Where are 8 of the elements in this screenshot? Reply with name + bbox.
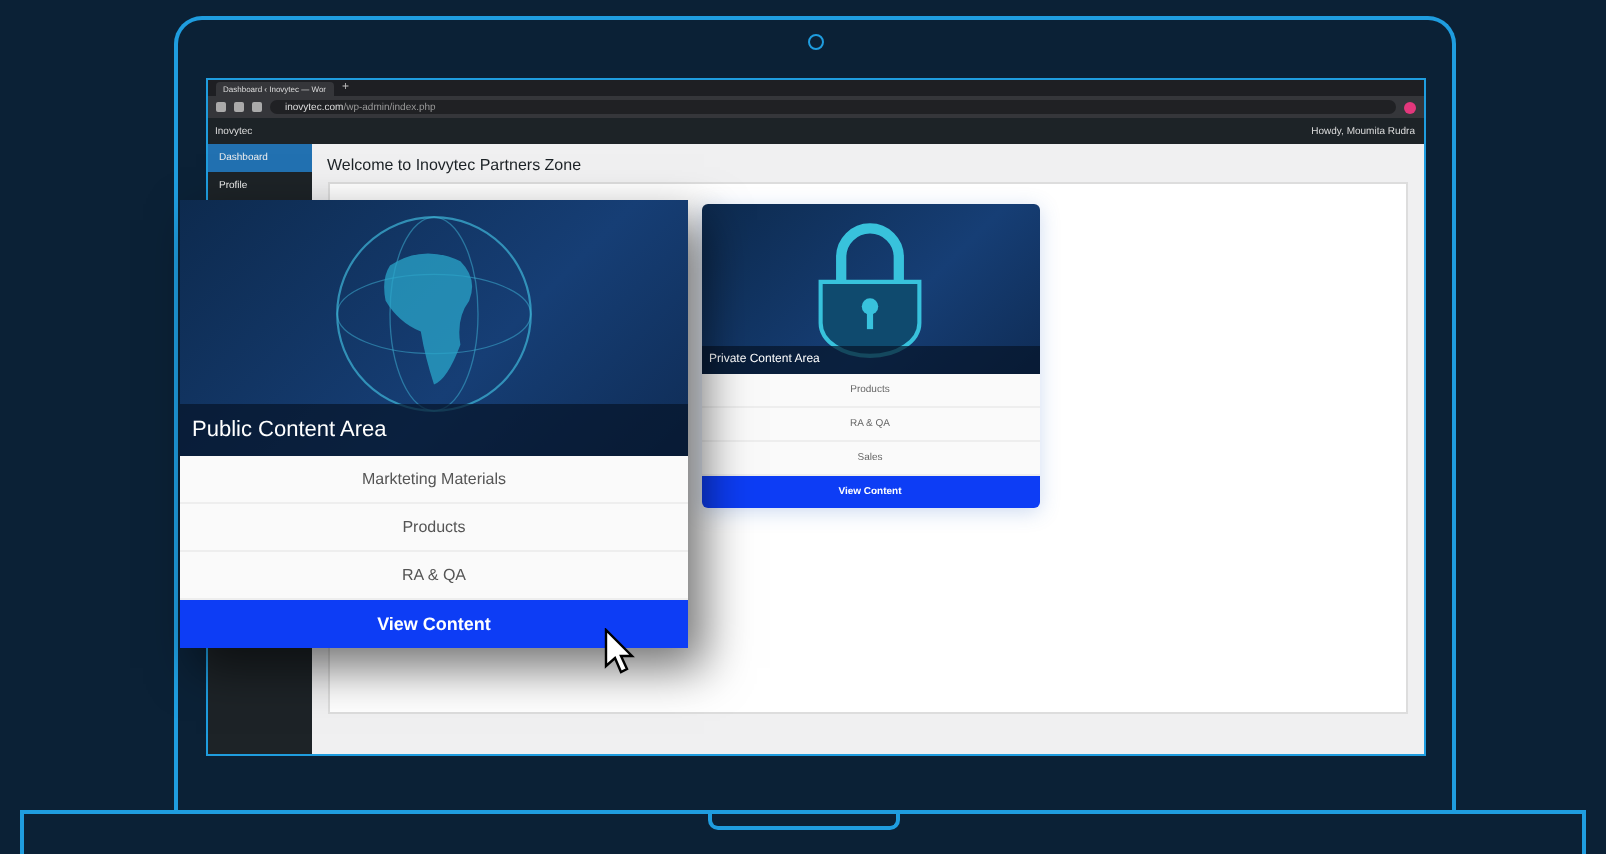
profile-avatar[interactable] xyxy=(1403,101,1415,113)
view-content-button[interactable]: View Content xyxy=(180,600,688,648)
mouse-cursor-icon xyxy=(604,628,636,676)
card-title: Public Content Area xyxy=(180,404,688,456)
camera-icon xyxy=(807,34,823,50)
content-category-item[interactable]: Products xyxy=(180,504,688,552)
page-heading: Welcome to Inovytec Partners Zone xyxy=(327,156,584,174)
content-category-item[interactable]: Markteting Materials xyxy=(180,456,688,504)
